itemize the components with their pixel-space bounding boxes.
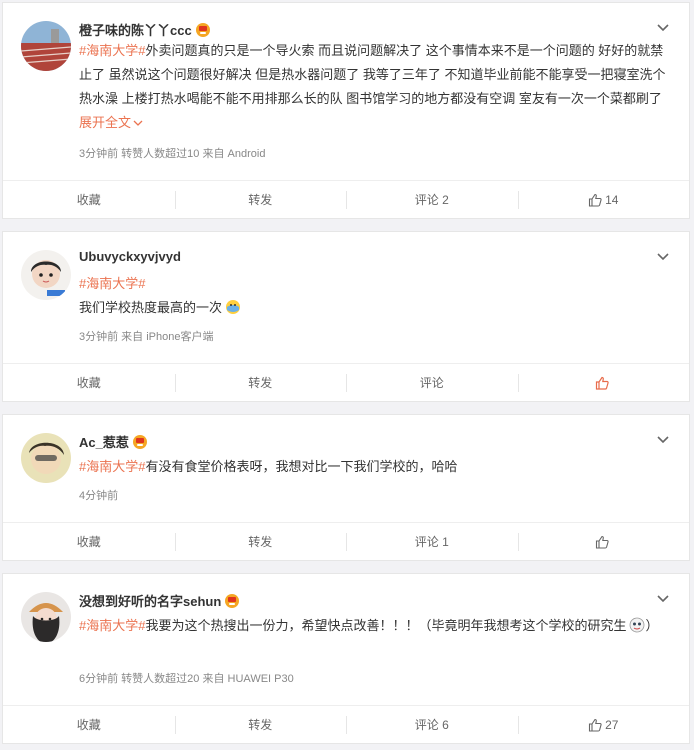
username[interactable]: Ac_惹惹 [79,432,147,451]
repost-button[interactable]: 转发 [174,181,347,218]
comment-button[interactable]: 评论 6 [346,706,518,743]
action-bar: 收藏 转发 评论 6 27 [3,705,689,743]
repost-button[interactable]: 转发 [174,523,347,560]
action-bar: 收藏 转发 评论 1 [3,522,689,560]
collect-button[interactable]: 收藏 [3,706,175,743]
comment-button[interactable]: 评论 1 [346,523,518,560]
face-emoji-icon [630,617,645,633]
action-bar: 收藏 转发 评论 2 14 [3,180,689,218]
repost-button[interactable]: 转发 [174,706,347,743]
post-meta: 3分钟前 转赞人数超过10 来自 Android [79,148,266,160]
comment-button[interactable]: 评论 2 [346,181,518,218]
topic-tag[interactable]: #海南大学# [79,618,145,633]
post-content: #海南大学# 我们学校热度最高的一次 [79,272,669,320]
topic-tag[interactable]: #海南大学# [79,459,145,474]
chevron-down-icon[interactable] [655,22,671,34]
post-text: 我要为这个热搜出一份力，希望快点改善！！！（毕竟明年我想考这个学校的研究生 [145,618,627,633]
username[interactable]: 橙子味的陈丫丫ccc [79,20,210,39]
vip-crown-icon [132,434,147,449]
post-content: #海南大学#有没有食堂价格表呀，我想对比一下我们学校的，哈哈 [79,455,669,479]
like-button[interactable] [517,523,690,560]
topic-tag[interactable]: #海南大学# [79,276,145,291]
post-content: #海南大学#我要为这个热搜出一份力，希望快点改善！！！（毕竟明年我想考这个学校的… [79,614,669,638]
vip-crown-icon [225,593,240,608]
collect-button[interactable]: 收藏 [3,364,175,401]
like-button[interactable]: 14 [517,181,690,218]
post-text: 有没有食堂价格表呀，我想对比一下我们学校的，哈哈 [145,459,458,474]
like-button[interactable] [517,364,690,401]
comment-button[interactable]: 评论 [346,364,518,401]
thumb-up-icon [589,193,602,207]
post-card: Ubuvyckxyvjvyd #海南大学# 我们学校热度最高的一次 3分钟前 来… [2,231,690,402]
collect-button[interactable]: 收藏 [3,181,175,218]
post-card: Ac_惹惹 #海南大学#有没有食堂价格表呀，我想对比一下我们学校的，哈哈 4分钟… [2,414,690,561]
post-text-end: ） [645,618,659,633]
avatar[interactable] [21,250,71,300]
post-meta: 4分钟前 [79,490,119,502]
avatar[interactable] [21,433,71,483]
thumb-up-icon [595,535,609,549]
username[interactable]: 没想到好听的名字sehun [79,591,240,610]
repost-button[interactable]: 转发 [174,364,347,401]
post-meta: 3分钟前 来自 iPhone客户端 [79,331,214,343]
expand-link[interactable]: 展开全文 [79,115,143,130]
like-button[interactable]: 27 [517,706,690,743]
avatar[interactable] [21,21,71,71]
action-bar: 收藏 转发 评论 [3,363,689,401]
post-meta: 6分钟前 转赞人数超过20 来自 HUAWEI P30 [79,673,294,685]
chevron-down-icon[interactable] [655,251,671,263]
topic-tag[interactable]: #海南大学# [79,43,145,58]
chevron-down-icon [133,120,143,126]
smile-emoji-icon [226,300,241,314]
post-content: #海南大学#外卖问题真的只是一个导火索 而且说问题解决了 这个事情本来不是一个问… [79,39,669,135]
post-card: 橙子味的陈丫丫ccc #海南大学#外卖问题真的只是一个导火索 而且说问题解决了 … [2,2,690,219]
post-card: 没想到好听的名字sehun #海南大学#我要为这个热搜出一份力，希望快点改善！！… [2,573,690,744]
username[interactable]: Ubuvyckxyvjvyd [79,249,181,264]
vip-crown-icon [195,22,210,37]
thumb-up-icon [589,718,602,732]
chevron-down-icon[interactable] [655,434,671,446]
post-text: 我们学校热度最高的一次 [79,300,223,315]
avatar[interactable] [21,592,71,642]
thumb-up-icon [595,376,609,390]
collect-button[interactable]: 收藏 [3,523,175,560]
post-text: 外卖问题真的只是一个导火索 而且说问题解决了 这个事情本来不是一个问题的 好好的… [79,43,666,106]
chevron-down-icon[interactable] [655,593,671,605]
